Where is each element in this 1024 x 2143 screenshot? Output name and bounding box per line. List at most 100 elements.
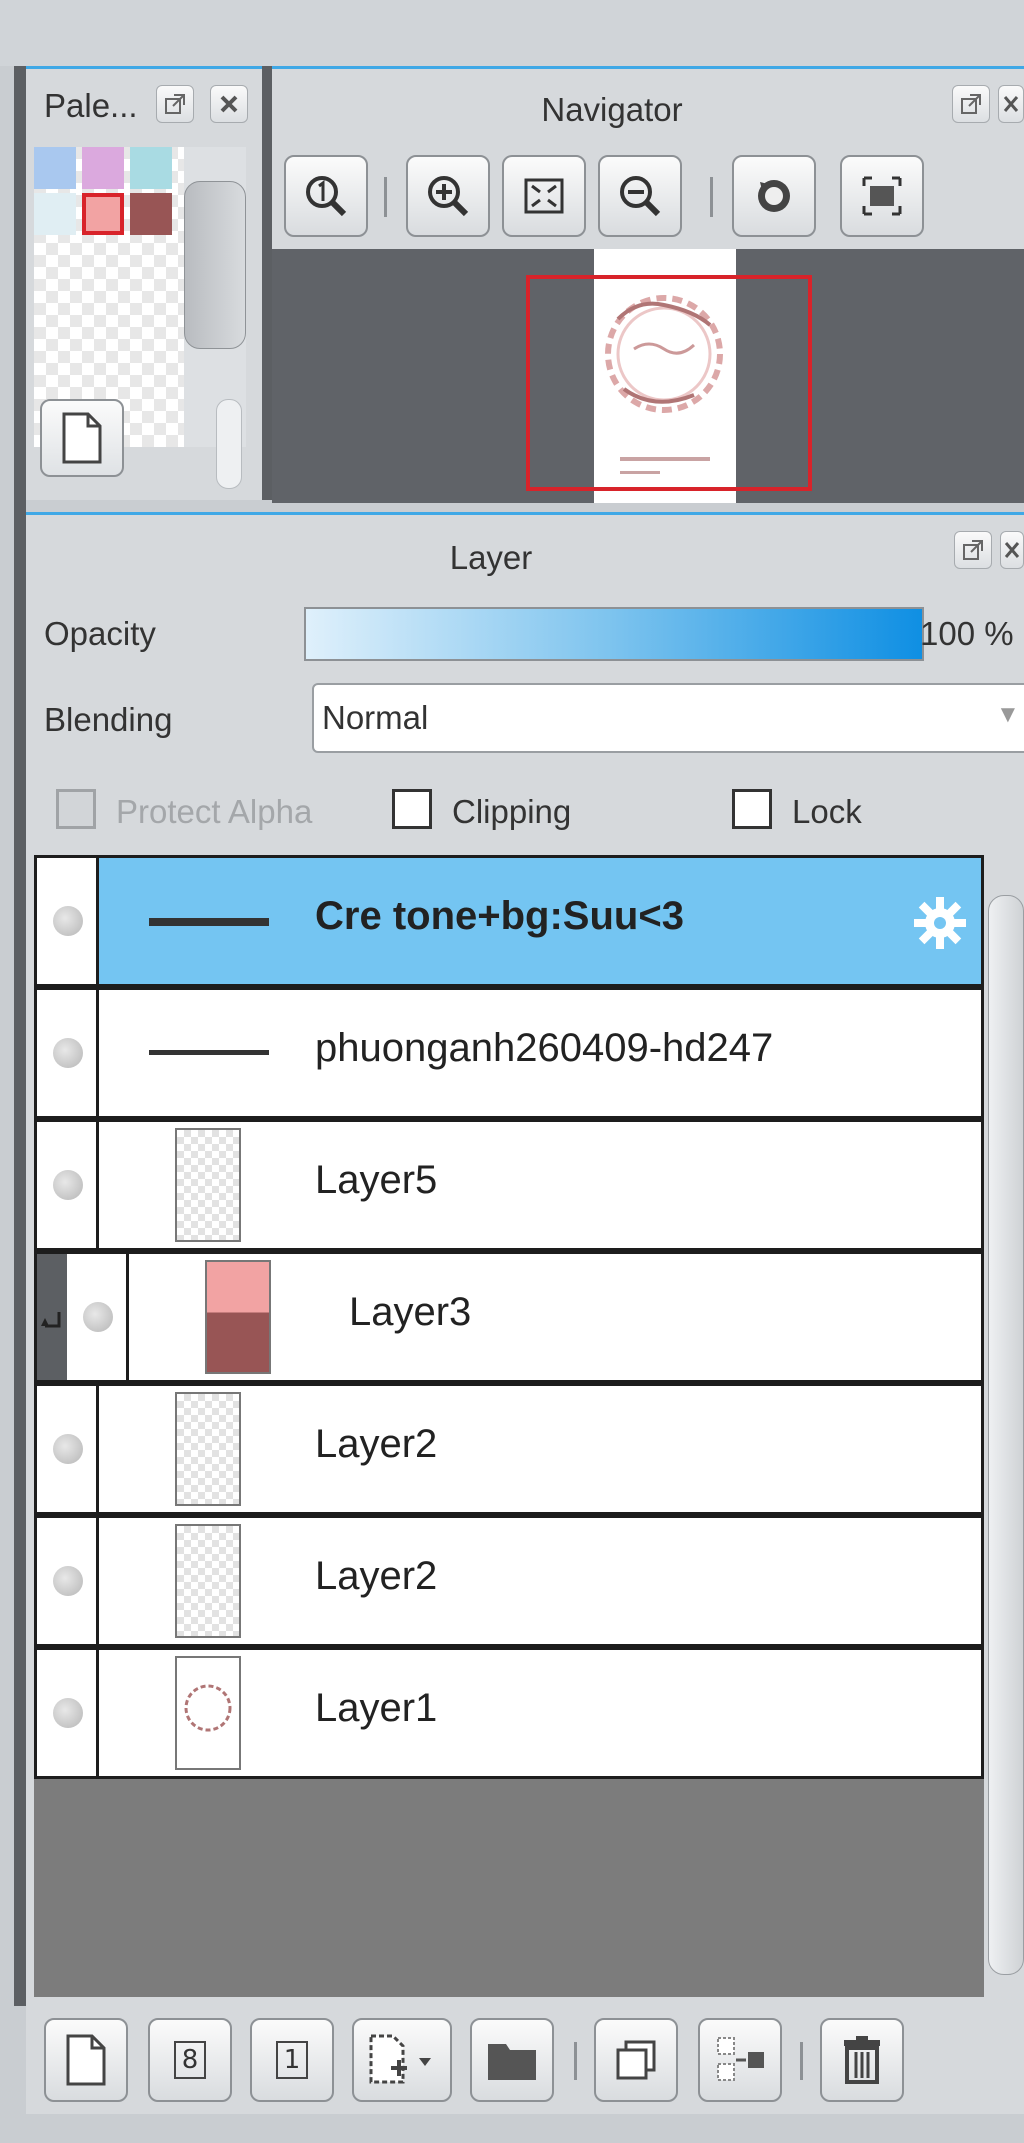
close-icon: [220, 95, 238, 113]
close-icon: [1004, 542, 1020, 558]
layer-name: Layer2: [315, 1422, 438, 1466]
zoom-out-button[interactable]: [598, 155, 682, 237]
layer-row[interactable]: Layer2: [34, 1383, 984, 1515]
zoom-in-button[interactable]: [406, 155, 490, 237]
clipping-checkbox[interactable]: [392, 789, 432, 829]
toolbar-separator: [574, 2042, 577, 2080]
eye-icon: [53, 906, 83, 936]
blending-label: Blending: [44, 701, 173, 738]
opacity-slider[interactable]: [304, 607, 924, 661]
visibility-toggle[interactable]: [67, 1254, 129, 1380]
fullscreen-icon: [862, 176, 902, 216]
new-1bit-layer-icon: 1: [275, 2041, 309, 2079]
layer-thumbnail: [205, 1260, 271, 1374]
layer-thumbnail: [175, 1392, 241, 1506]
visibility-toggle[interactable]: [37, 1518, 99, 1644]
layer-thumbnail: [175, 1656, 241, 1770]
eye-icon: [53, 1038, 83, 1068]
visibility-toggle[interactable]: [37, 990, 99, 1116]
layer-name: Layer5: [315, 1158, 438, 1202]
layer-row[interactable]: Layer5: [34, 1119, 984, 1251]
palette-scroll-thumb[interactable]: [184, 181, 246, 349]
layer-row[interactable]: Cre tone+bg:Suu<3: [34, 855, 984, 987]
navigator-panel: Navigator: [272, 66, 1024, 503]
clipping-label: Clipping: [452, 793, 572, 830]
visibility-toggle[interactable]: [37, 858, 99, 984]
new-1bit-layer-button[interactable]: 1: [250, 2018, 334, 2102]
layer-thumbnail-art: [184, 1684, 232, 1732]
visibility-toggle[interactable]: [37, 1650, 99, 1776]
zoom-actual-button[interactable]: [284, 155, 368, 237]
new-color-layer-button[interactable]: [44, 2018, 128, 2102]
color-swatch[interactable]: [34, 147, 76, 189]
layer-row[interactable]: phuonganh260409-hd247: [34, 987, 984, 1119]
popout-icon: [963, 540, 983, 560]
fullscreen-button[interactable]: [840, 155, 924, 237]
eye-icon: [83, 1302, 113, 1332]
navigator-viewport-frame[interactable]: [526, 275, 812, 491]
layer-list: Cre tone+bg:Suu<3 phuonganh260409-hd247: [34, 855, 984, 1997]
palette-popout-button[interactable]: [156, 85, 194, 123]
layer-name: Layer2: [315, 1554, 438, 1598]
close-icon: [1003, 96, 1019, 112]
color-swatch[interactable]: [34, 193, 76, 235]
layer-popout-button[interactable]: [954, 531, 992, 569]
layer-row-clipped[interactable]: Layer3: [34, 1251, 984, 1383]
layer-panel: Layer Opacity 100 % Blending Normal ▼ Pr…: [26, 512, 1024, 2006]
navigator-preview[interactable]: [272, 249, 1024, 503]
eye-icon: [53, 1566, 83, 1596]
opacity-value: 100 %: [920, 615, 1014, 652]
navigator-popout-button[interactable]: [952, 85, 990, 123]
rotate-button[interactable]: [732, 155, 816, 237]
layer-name: Layer1: [315, 1686, 438, 1730]
color-swatch[interactable]: [82, 147, 124, 189]
duplicate-icon: [616, 2040, 656, 2080]
new-page-icon: [66, 2034, 106, 2086]
add-layer-dropdown-button[interactable]: [352, 2018, 452, 2102]
navigator-close-button[interactable]: [998, 85, 1024, 123]
layer-row[interactable]: Layer1: [34, 1647, 984, 1779]
visibility-toggle[interactable]: [37, 1386, 99, 1512]
layer-close-button[interactable]: [1000, 531, 1024, 569]
left-strip: [0, 66, 14, 2143]
color-swatch-selected[interactable]: [82, 193, 124, 235]
duplicate-layer-button[interactable]: [594, 2018, 678, 2102]
palette-close-button[interactable]: [210, 85, 248, 123]
palette-title: Pale...: [44, 87, 138, 124]
layer-name: Cre tone+bg:Suu<3: [315, 894, 684, 938]
visibility-toggle[interactable]: [37, 1122, 99, 1248]
palette-resize-handle[interactable]: [216, 399, 242, 489]
fit-window-button[interactable]: [502, 155, 586, 237]
merge-layer-button[interactable]: [698, 2018, 782, 2102]
lock-checkbox[interactable]: [732, 789, 772, 829]
protect-alpha-checkbox[interactable]: [56, 789, 96, 829]
blending-select[interactable]: Normal: [312, 683, 1024, 753]
gear-icon[interactable]: [911, 894, 969, 952]
eye-icon: [53, 1170, 83, 1200]
delete-layer-button[interactable]: [820, 2018, 904, 2102]
new-folder-button[interactable]: [470, 2018, 554, 2102]
add-layer-icon: [369, 2034, 431, 2084]
layer-row[interactable]: Layer2: [34, 1515, 984, 1647]
eye-icon: [53, 1698, 83, 1728]
zoom-actual-icon: [306, 176, 347, 217]
popout-icon: [165, 94, 185, 114]
panel-splitter[interactable]: [262, 66, 272, 500]
zoom-in-icon: [428, 176, 469, 217]
top-bar: [0, 0, 1024, 66]
eye-icon: [53, 1434, 83, 1464]
merge-down-icon: [717, 2037, 764, 2081]
panel-divider[interactable]: [14, 66, 26, 2006]
folder-icon: [488, 2044, 536, 2080]
color-swatch[interactable]: [130, 147, 172, 189]
layer-thumbnail: [149, 1050, 269, 1055]
new-8bit-layer-button[interactable]: 8: [148, 2018, 232, 2102]
rotate-icon: [758, 180, 790, 212]
blending-value: Normal: [322, 699, 429, 736]
color-swatch[interactable]: [130, 193, 172, 235]
new-8bit-layer-icon: 8: [173, 2041, 207, 2079]
bottom-strip: [0, 2114, 1024, 2143]
palette-new-button[interactable]: [40, 399, 124, 477]
layer-toolbar: 8 1: [26, 2006, 1024, 2114]
layer-list-scroll-thumb[interactable]: [988, 895, 1024, 1975]
